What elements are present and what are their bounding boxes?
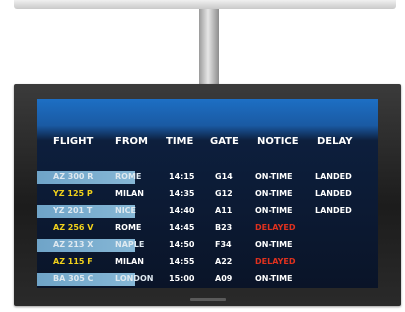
header-notice: NOTICE xyxy=(257,136,299,147)
header-time: TIME xyxy=(166,136,194,147)
cell-flight: AZ 256 V xyxy=(53,223,94,232)
header-delay: DELAY xyxy=(317,136,353,147)
cell-flight: AZ 213 X xyxy=(53,240,94,249)
cell-notice: DELAYED xyxy=(255,257,296,266)
cell-time: 14:15 xyxy=(169,172,195,181)
cell-notice: ON-TIME xyxy=(255,274,293,283)
flight-row: BA 305 C LONDON 15:00 A09 ON-TIME xyxy=(37,272,378,287)
cell-flight: YZ 201 T xyxy=(53,206,93,215)
cell-flight: BA 305 C xyxy=(53,274,94,283)
cell-flight: AZ 115 F xyxy=(53,257,93,266)
flight-board-screen: FLIGHT FROM TIME GATE NOTICE DELAY AZ 30… xyxy=(37,99,378,288)
cell-delay: LANDED xyxy=(315,172,352,181)
ceiling-mount-bar xyxy=(14,0,396,9)
display-monitor: FLIGHT FROM TIME GATE NOTICE DELAY AZ 30… xyxy=(14,84,401,306)
cell-flight: YZ 125 P xyxy=(53,189,93,198)
cell-from: NICE xyxy=(115,206,137,215)
flight-row: YZ 125 P MILAN 14:35 G12 ON-TIME LANDED xyxy=(37,187,378,202)
cell-from: LONDON xyxy=(115,274,154,283)
cell-from: NAPLE xyxy=(115,240,145,249)
cell-time: 14:40 xyxy=(169,206,195,215)
cell-time: 14:35 xyxy=(169,189,195,198)
cell-time: 15:00 xyxy=(169,274,195,283)
cell-notice: DELAYED xyxy=(255,223,296,232)
cell-from: MILAN xyxy=(115,257,144,266)
monitor-brand-strip xyxy=(190,298,226,301)
cell-notice: ON-TIME xyxy=(255,206,293,215)
cell-gate: A22 xyxy=(215,257,233,266)
board-header: FLIGHT FROM TIME GATE NOTICE DELAY xyxy=(37,127,378,156)
flight-rows: AZ 300 R ROME 14:15 G14 ON-TIME LANDED YZ 125 … xyxy=(37,170,378,287)
cell-gate: A11 xyxy=(215,206,233,215)
cell-notice: ON-TIME xyxy=(255,189,293,198)
cell-from: MILAN xyxy=(115,189,144,198)
cell-from: ROME xyxy=(115,172,142,181)
flight-row: AZ 115 F MILAN 14:55 A22 DELAYED xyxy=(37,255,378,270)
cell-gate: F34 xyxy=(215,240,232,249)
header-from: FROM xyxy=(115,136,148,147)
flight-row: AZ 256 V ROME 14:45 B23 DELAYED xyxy=(37,221,378,236)
flight-row: AZ 213 X NAPLE 14:50 F34 ON-TIME xyxy=(37,238,378,253)
cell-delay: LANDED xyxy=(315,206,352,215)
cell-time: 14:55 xyxy=(169,257,195,266)
cell-time: 14:50 xyxy=(169,240,195,249)
flight-row: AZ 300 R ROME 14:15 G14 ON-TIME LANDED xyxy=(37,170,378,185)
cell-time: 14:45 xyxy=(169,223,195,232)
header-gate: GATE xyxy=(210,136,239,147)
cell-gate: B23 xyxy=(215,223,233,232)
cell-gate: G14 xyxy=(215,172,233,181)
cell-flight: AZ 300 R xyxy=(53,172,94,181)
header-flight: FLIGHT xyxy=(53,136,94,147)
cell-from: ROME xyxy=(115,223,142,232)
cell-gate: G12 xyxy=(215,189,233,198)
cell-delay: LANDED xyxy=(315,189,352,198)
mounting-pole xyxy=(199,9,219,84)
cell-notice: ON-TIME xyxy=(255,240,293,249)
cell-gate: A09 xyxy=(215,274,233,283)
flight-row: YZ 201 T NICE 14:40 A11 ON-TIME LANDED xyxy=(37,204,378,219)
cell-notice: ON-TIME xyxy=(255,172,293,181)
